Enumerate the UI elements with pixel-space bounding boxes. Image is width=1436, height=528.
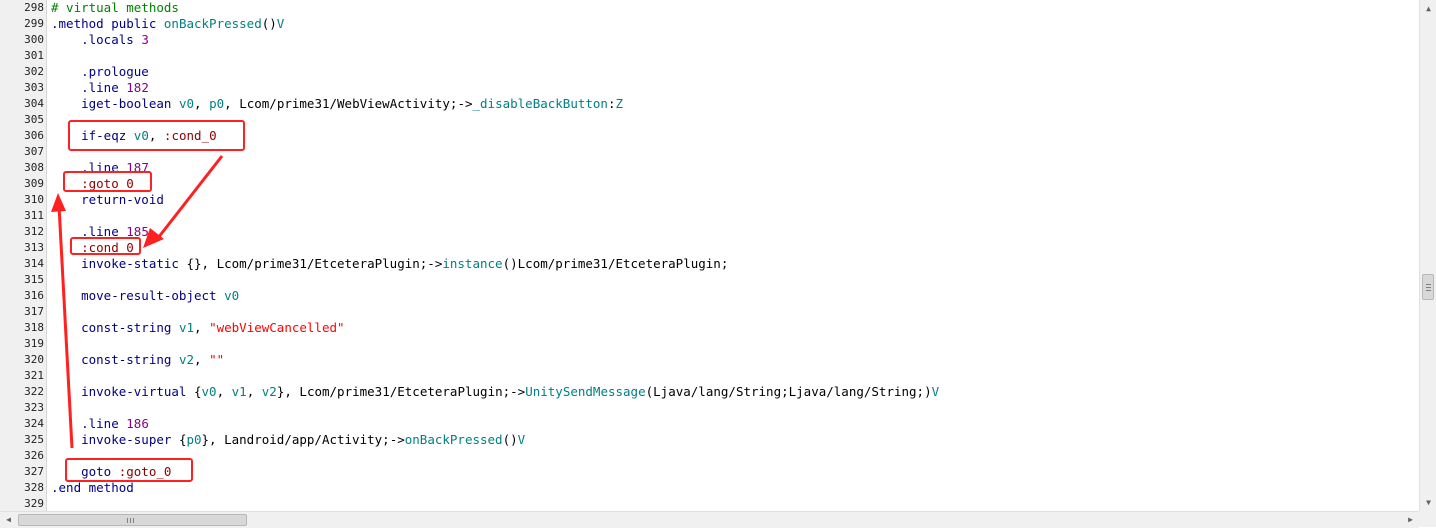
code-line[interactable]: 328 .end method bbox=[0, 480, 1419, 496]
vertical-scroll-thumb[interactable] bbox=[1422, 274, 1434, 300]
code-line[interactable]: 316 move-result-object v0 bbox=[0, 288, 1419, 304]
code-line[interactable]: 303 .line 182 bbox=[0, 80, 1419, 96]
horizontal-scroll-thumb[interactable] bbox=[18, 514, 247, 526]
code-line[interactable]: 327 goto :goto_0 bbox=[0, 464, 1419, 480]
code-line[interactable]: 321 bbox=[0, 368, 1419, 384]
code-line[interactable]: 299 .method public onBackPressed()V bbox=[0, 16, 1419, 32]
scroll-up-icon[interactable]: ▲ bbox=[1420, 0, 1436, 17]
line-number: 314 bbox=[24, 257, 44, 270]
line-number: 321 bbox=[24, 369, 44, 382]
code-line[interactable]: 326 bbox=[0, 448, 1419, 464]
code-line[interactable]: 319 bbox=[0, 336, 1419, 352]
code-text: invoke-super {p0}, Landroid/app/Activity… bbox=[51, 432, 526, 447]
line-number: 299 bbox=[24, 17, 44, 30]
code-text: # virtual methods bbox=[51, 0, 179, 15]
line-number: 322 bbox=[24, 385, 44, 398]
line-number: 329 bbox=[24, 497, 44, 510]
code-text: iget-boolean v0, p0, Lcom/prime31/WebVie… bbox=[51, 96, 624, 111]
code-text: return-void bbox=[51, 192, 164, 207]
code-text: invoke-static {}, Lcom/prime31/EtceteraP… bbox=[51, 256, 729, 271]
line-number: 324 bbox=[24, 417, 44, 430]
code-line[interactable]: 310 return-void bbox=[0, 192, 1419, 208]
line-number: 305 bbox=[24, 113, 44, 126]
code-text: .line 186 bbox=[51, 416, 149, 431]
code-line[interactable]: 324 .line 186 bbox=[0, 416, 1419, 432]
code-line[interactable]: 302 .prologue bbox=[0, 64, 1419, 80]
code-line[interactable]: 308 .line 187 bbox=[0, 160, 1419, 176]
line-number: 300 bbox=[24, 33, 44, 46]
highlight-box-goto-instruction bbox=[65, 458, 193, 482]
line-number: 320 bbox=[24, 353, 44, 366]
highlight-box-goto-label bbox=[63, 171, 152, 192]
line-number: 315 bbox=[24, 273, 44, 286]
highlight-box-if-eqz bbox=[68, 120, 245, 151]
code-text: const-string v1, "webViewCancelled" bbox=[51, 320, 345, 335]
code-line[interactable]: 298 # virtual methods bbox=[0, 0, 1419, 16]
code-text: invoke-virtual {v0, v1, v2}, Lcom/prime3… bbox=[51, 384, 940, 399]
line-number: 306 bbox=[24, 129, 44, 142]
line-number: 308 bbox=[24, 161, 44, 174]
code-line[interactable]: 309 :goto_0 bbox=[0, 176, 1419, 192]
code-line[interactable]: 300 .locals 3 bbox=[0, 32, 1419, 48]
line-number: 301 bbox=[24, 49, 44, 62]
line-number: 313 bbox=[24, 241, 44, 254]
scrollbar-corner bbox=[1419, 511, 1436, 527]
code-line[interactable]: 325 invoke-super {p0}, Landroid/app/Acti… bbox=[0, 432, 1419, 448]
highlight-box-cond-label bbox=[70, 237, 141, 255]
code-line[interactable]: 314 invoke-static {}, Lcom/prime31/Etcet… bbox=[0, 256, 1419, 272]
line-number: 327 bbox=[24, 465, 44, 478]
line-number: 325 bbox=[24, 433, 44, 446]
code-line[interactable]: 315 bbox=[0, 272, 1419, 288]
line-number: 298 bbox=[24, 1, 44, 14]
code-line[interactable]: 311 bbox=[0, 208, 1419, 224]
code-line[interactable]: 322 invoke-virtual {v0, v1, v2}, Lcom/pr… bbox=[0, 384, 1419, 400]
line-number: 309 bbox=[24, 177, 44, 190]
code-line[interactable]: 323 bbox=[0, 400, 1419, 416]
code-line[interactable]: 301 bbox=[0, 48, 1419, 64]
line-number: 317 bbox=[24, 305, 44, 318]
code-text: .method public onBackPressed()V bbox=[51, 16, 285, 31]
scroll-down-icon[interactable]: ▼ bbox=[1420, 494, 1436, 511]
vertical-scrollbar[interactable]: ▲ ▼ bbox=[1419, 0, 1436, 511]
code-text: .prologue bbox=[51, 64, 149, 79]
line-number: 328 bbox=[24, 481, 44, 494]
code-editor[interactable]: 298 # virtual methods 299 .method public on… bbox=[0, 0, 1419, 511]
line-number: 310 bbox=[24, 193, 44, 206]
code-line[interactable]: 312 .line 185 bbox=[0, 224, 1419, 240]
code-text: const-string v2, "" bbox=[51, 352, 225, 367]
horizontal-scrollbar[interactable]: ◀ ▶ bbox=[0, 511, 1419, 528]
line-number: 302 bbox=[24, 65, 44, 78]
code-text: .locals 3 bbox=[51, 32, 149, 47]
line-number: 311 bbox=[24, 209, 44, 222]
code-text: move-result-object v0 bbox=[51, 288, 240, 303]
scroll-left-icon[interactable]: ◀ bbox=[0, 512, 17, 528]
code-line[interactable]: 320 const-string v2, "" bbox=[0, 352, 1419, 368]
code-line[interactable]: 329 bbox=[0, 496, 1419, 511]
code-line[interactable]: 317 bbox=[0, 304, 1419, 320]
line-number: 312 bbox=[24, 225, 44, 238]
line-number: 316 bbox=[24, 289, 44, 302]
code-text: .end method bbox=[51, 480, 134, 495]
line-number: 303 bbox=[24, 81, 44, 94]
line-number: 319 bbox=[24, 337, 44, 350]
code-line[interactable]: 318 const-string v1, "webViewCancelled" bbox=[0, 320, 1419, 336]
line-number: 318 bbox=[24, 321, 44, 334]
code-text: .line 182 bbox=[51, 80, 149, 95]
code-line[interactable]: 304 iget-boolean v0, p0, Lcom/prime31/We… bbox=[0, 96, 1419, 112]
line-number: 326 bbox=[24, 449, 44, 462]
line-number: 304 bbox=[24, 97, 44, 110]
line-number: 323 bbox=[24, 401, 44, 414]
line-number: 307 bbox=[24, 145, 44, 158]
scroll-right-icon[interactable]: ▶ bbox=[1402, 512, 1419, 528]
code-line[interactable]: 313 :cond_0 bbox=[0, 240, 1419, 256]
